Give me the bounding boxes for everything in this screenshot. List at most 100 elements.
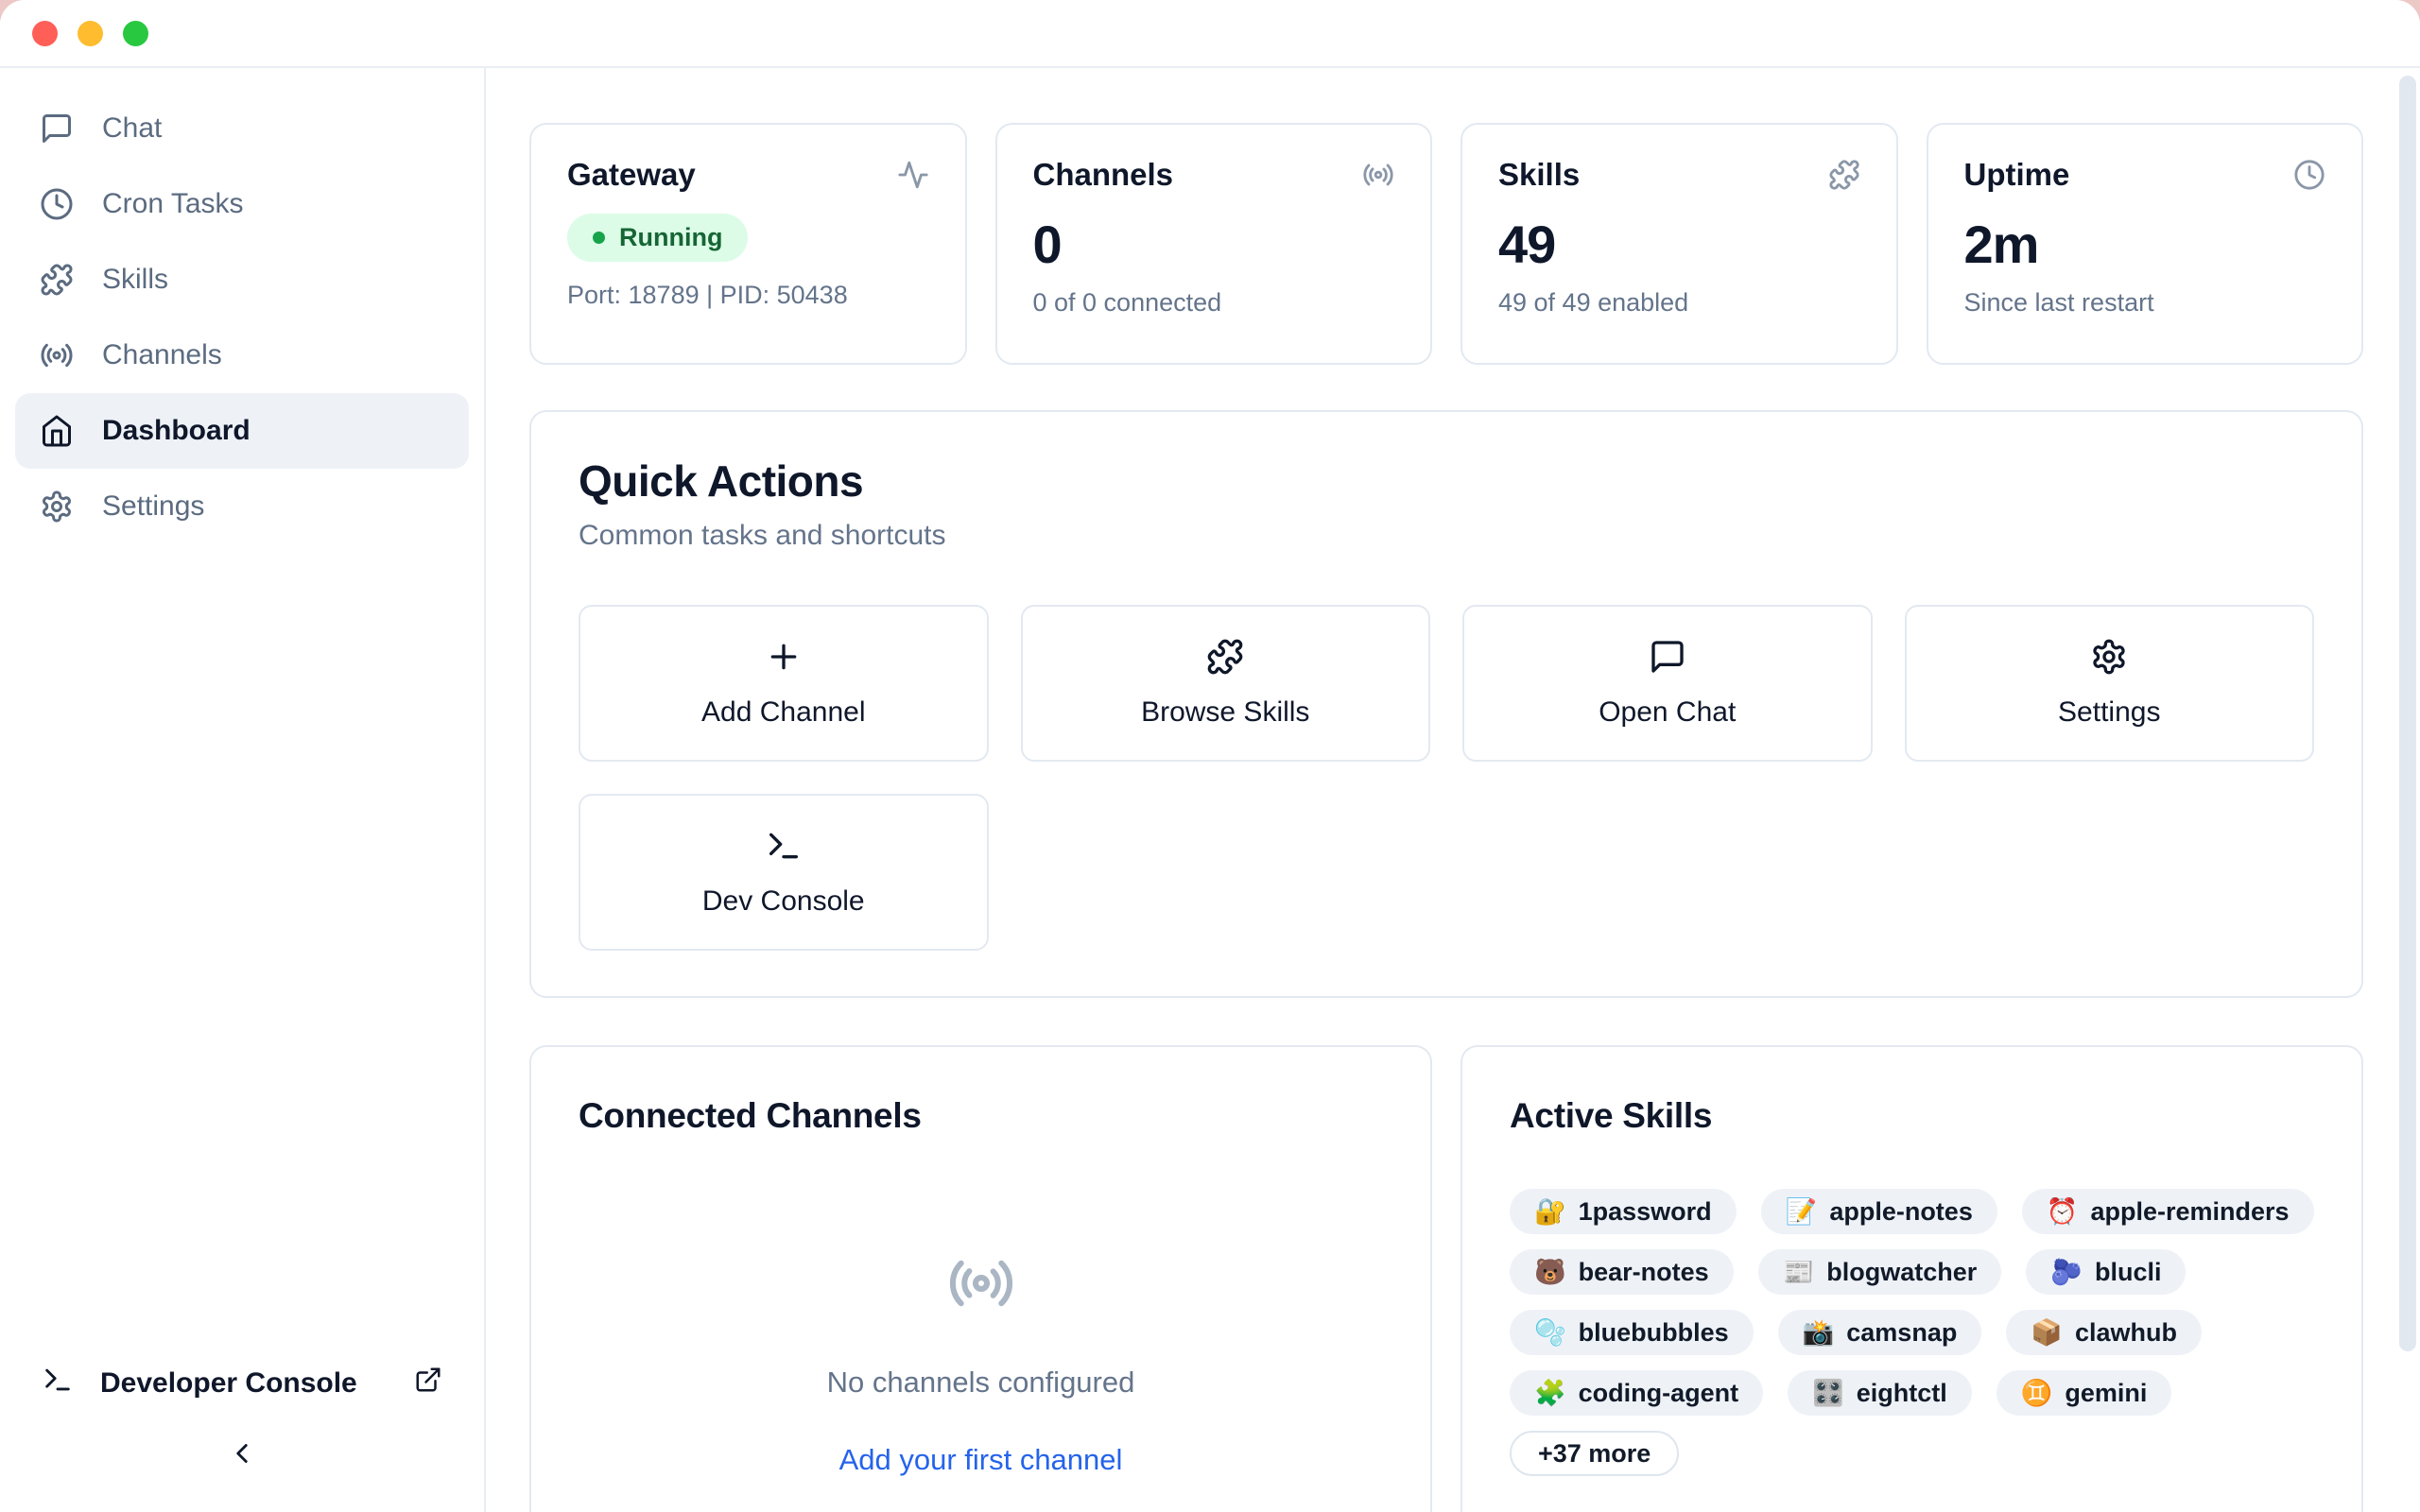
skill-emoji-icon: 🐻 xyxy=(1534,1257,1566,1287)
skill-badge-blogwatcher: 📰 blogwatcher xyxy=(1758,1249,2002,1295)
skill-name: blogwatcher xyxy=(1826,1257,1977,1287)
collapse-sidebar-button[interactable] xyxy=(0,1437,484,1474)
activity-icon xyxy=(897,159,929,191)
close-button[interactable] xyxy=(32,21,58,46)
zoom-button[interactable] xyxy=(123,21,148,46)
skills-list: 🔐1password 📝 apple-notes ⏰ apple-reminders 🐻 b… xyxy=(1510,1189,2314,1476)
connected-channels-title: Connected Channels xyxy=(579,1096,1383,1136)
bottom-row: Connected Channels No channels configure… xyxy=(529,1045,2363,1512)
stat-card-detail: Port: 18789 | PID: 50438 xyxy=(567,281,929,310)
radio-icon xyxy=(947,1249,1015,1317)
sidebar-item-label: Skills xyxy=(102,264,168,296)
skill-emoji-icon: 📰 xyxy=(1783,1257,1815,1287)
skill-badge-bear-notes: 🐻 bear-notes xyxy=(1510,1249,1734,1295)
main-content: GatewayRunningPort: 18789 | PID: 50438Ch… xyxy=(486,68,2420,1512)
stat-card-detail: 49 of 49 enabled xyxy=(1498,288,1860,318)
chevron-left-icon xyxy=(226,1437,258,1474)
stat-card-header: Uptime xyxy=(1964,157,2326,193)
quick-actions-subtitle: Common tasks and shortcuts xyxy=(579,520,2314,552)
chevron-left-icon xyxy=(226,1437,258,1469)
skill-emoji-icon: ⏰ xyxy=(2047,1196,2079,1227)
quick-action-settings[interactable]: Settings xyxy=(1905,605,2315,762)
sidebar-item-label: Settings xyxy=(102,490,204,523)
add-first-channel-link[interactable]: Add your first channel xyxy=(839,1443,1123,1477)
quick-action-add-channel[interactable]: Add Channel xyxy=(579,605,989,762)
sidebar-nav: Chat Cron Tasks Skills ChannelsDashboard Set… xyxy=(0,91,484,544)
skill-badge-camsnap: 📸camsnap xyxy=(1778,1310,1982,1355)
radio-icon xyxy=(40,338,74,372)
terminal-icon xyxy=(765,827,803,865)
skill-emoji-icon: 📦 xyxy=(2031,1317,2063,1348)
app-window: ChatCron TasksSkillsChannelsDashboardSet… xyxy=(0,0,2420,1512)
quick-actions-grid: Add Channel Browse Skills Open Chat Setting… xyxy=(579,605,2314,951)
skill-name: coding-agent xyxy=(1579,1378,1739,1408)
skill-badge-clawhub: 📦clawhub xyxy=(2006,1310,2202,1355)
sidebar: Chat Cron Tasks Skills ChannelsDashboard Set… xyxy=(0,68,486,1512)
message-square-icon xyxy=(1649,638,1686,676)
status-text: Running xyxy=(619,223,722,252)
developer-console-label: Developer Console xyxy=(100,1367,357,1400)
settings-icon xyxy=(2090,638,2128,676)
more-skills-button[interactable]: +37 more xyxy=(1510,1431,1679,1476)
app-body: ChatCron TasksSkillsChannelsDashboardSet… xyxy=(0,68,2420,1512)
stats-row: GatewayRunningPort: 18789 | PID: 50438Ch… xyxy=(529,123,2363,365)
stat-card-value: 0 xyxy=(1033,214,1395,275)
quick-action-label: Settings xyxy=(2058,696,2160,729)
message-square-icon xyxy=(40,112,74,146)
puzzle-icon xyxy=(1828,159,1860,191)
quick-action-browse-skills[interactable]: Browse Skills xyxy=(1021,605,1431,762)
skill-emoji-icon: ♊ xyxy=(2021,1378,2053,1408)
skill-emoji-icon: 📝 xyxy=(1786,1196,1818,1227)
clock-icon xyxy=(2293,159,2325,191)
traffic-lights xyxy=(32,21,148,46)
quick-action-label: Browse Skills xyxy=(1141,696,1309,729)
sidebar-item-label: Chat xyxy=(102,112,162,145)
quick-action-label: Add Channel xyxy=(701,696,865,729)
external-link-icon[interactable] xyxy=(414,1366,442,1401)
plus-icon xyxy=(765,638,803,676)
terminal-icon xyxy=(42,1364,74,1403)
quick-action-dev-console[interactable]: Dev Console xyxy=(579,794,989,951)
skill-emoji-icon: 🎛️ xyxy=(1812,1378,1844,1408)
sidebar-item-label: Cron Tasks xyxy=(102,188,244,220)
skill-badge-apple-reminders: ⏰ apple-reminders xyxy=(2022,1189,2314,1234)
skill-badge-gemini: ♊gemini xyxy=(1996,1370,2172,1416)
stat-card-channels: Channels00 of 0 connected xyxy=(995,123,1433,365)
skill-badge-coding-agent: 🧩 coding-agent xyxy=(1510,1370,1763,1416)
active-skills-title: Active Skills xyxy=(1510,1096,2314,1136)
skill-name: apple-reminders xyxy=(2090,1196,2289,1227)
minimize-button[interactable] xyxy=(78,21,103,46)
sidebar-item-cron-tasks[interactable]: Cron Tasks xyxy=(15,166,469,242)
stat-card-header: Channels xyxy=(1033,157,1395,193)
skill-emoji-icon: 🧩 xyxy=(1534,1378,1566,1408)
skill-emoji-icon: 🔐 xyxy=(1534,1196,1566,1227)
sidebar-item-channels[interactable]: Channels xyxy=(15,318,469,393)
sidebar-item-dashboard[interactable]: Dashboard xyxy=(15,393,469,469)
skill-emoji-icon: 📸 xyxy=(1803,1317,1835,1348)
external-link-icon xyxy=(414,1366,442,1394)
stat-card-title: Uptime xyxy=(1964,157,2070,193)
sidebar-item-settings[interactable]: Settings xyxy=(15,469,469,544)
settings-icon xyxy=(40,490,74,524)
stat-card-value: 2m xyxy=(1964,214,2326,275)
skill-badge-eightctl: 🎛️ eightctl xyxy=(1788,1370,1972,1416)
skill-name: bluebubbles xyxy=(1579,1317,1729,1348)
skill-badge-apple-notes: 📝 apple-notes xyxy=(1761,1189,1997,1234)
connected-channels-card: Connected Channels No channels configure… xyxy=(529,1045,1432,1512)
skill-emoji-icon: 🫐 xyxy=(2050,1257,2083,1287)
scrollbar-thumb[interactable] xyxy=(2399,76,2416,1351)
quick-action-open-chat[interactable]: Open Chat xyxy=(1462,605,1873,762)
quick-action-label: Open Chat xyxy=(1599,696,1736,729)
sidebar-item-skills[interactable]: Skills xyxy=(15,242,469,318)
active-skills-card: Active Skills 🔐1password 📝 apple-notes ⏰ app… xyxy=(1461,1045,2363,1512)
skill-name: apple-notes xyxy=(1829,1196,1973,1227)
skill-name: blucli xyxy=(2095,1257,2162,1287)
sidebar-item-chat[interactable]: Chat xyxy=(15,91,469,166)
skill-name: eightctl xyxy=(1857,1378,1947,1408)
quick-actions-title: Quick Actions xyxy=(579,459,2314,503)
developer-console-button[interactable]: Developer Console xyxy=(0,1364,484,1403)
skill-badge-blucli: 🫐 blucli xyxy=(2026,1249,2186,1295)
stat-card-skills: Skills4949 of 49 enabled xyxy=(1461,123,1898,365)
skill-badge-1password: 🔐1password xyxy=(1510,1189,1737,1234)
skill-name: bear-notes xyxy=(1579,1257,1709,1287)
